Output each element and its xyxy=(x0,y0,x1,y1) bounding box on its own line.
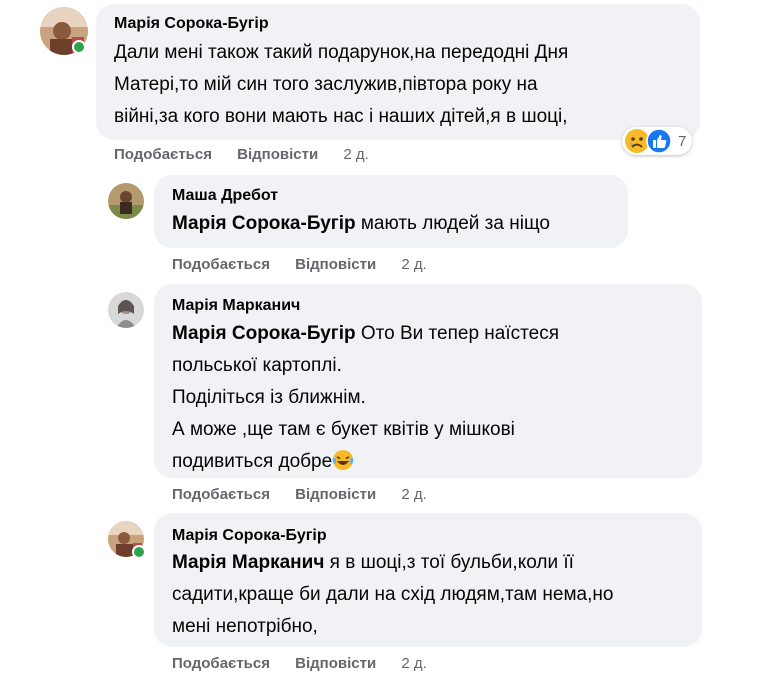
like-icon xyxy=(646,128,672,154)
comment-text-line: Дали мені також такий подарунок,на перед… xyxy=(114,42,569,63)
comment-timestamp[interactable]: 2 д. xyxy=(401,655,426,672)
comment-actions: Подобається Відповісти 2 д. xyxy=(172,486,427,503)
like-button[interactable]: Подобається xyxy=(172,256,270,273)
comment-text: Марія Сорока-Бугір Ото Ви тепер наїстеся… xyxy=(172,318,559,478)
online-status-dot xyxy=(132,545,146,559)
comment-text-line: Поділіться із ближнім. xyxy=(172,387,366,408)
mention-link[interactable]: Марія Марканич xyxy=(172,552,324,573)
comment-text-line: війні,за кого вони мають нас і наших діт… xyxy=(114,106,568,127)
comment-actions: Подобається Відповісти 2 д. xyxy=(114,146,369,163)
comment-text-line: мають людей за ніщо xyxy=(355,213,550,234)
reply-button[interactable]: Відповісти xyxy=(295,655,376,672)
comment-text: Дали мені також такий подарунок,на перед… xyxy=(114,37,568,133)
comment-timestamp[interactable]: 2 д. xyxy=(401,486,426,503)
comment-text-line: Ото Ви тепер наїстеся xyxy=(355,323,559,344)
comment-text: Марія Сорока-Бугір мають людей за ніщо xyxy=(172,208,550,240)
comment-text: Марія Марканич я в шоці,з тої бульби,кол… xyxy=(172,547,613,643)
comment-text-line: подивиться добре xyxy=(172,451,333,472)
avatar[interactable] xyxy=(108,183,144,219)
like-button[interactable]: Подобається xyxy=(114,146,212,163)
comment-author[interactable]: Марія Марканич xyxy=(172,297,300,315)
reply-button[interactable]: Відповісти xyxy=(237,146,318,163)
avatar[interactable] xyxy=(108,292,144,328)
comment-text-line: А може ,ще там є букет квітів у мішкові xyxy=(172,419,515,440)
comment-text-line: польської картоплі. xyxy=(172,355,342,376)
reply-button[interactable]: Відповісти xyxy=(295,486,376,503)
mention-link[interactable]: Марія Сорока-Бугір xyxy=(172,323,356,344)
comment-actions: Подобається Відповісти 2 д. xyxy=(172,655,427,672)
reactions-summary[interactable]: 7 xyxy=(622,127,693,155)
comment-author[interactable]: Марія Сорока-Бугір xyxy=(172,527,327,545)
like-button[interactable]: Подобається xyxy=(172,655,270,672)
comment-author[interactable]: Марія Сорока-Бугір xyxy=(114,15,269,33)
like-button[interactable]: Подобається xyxy=(172,486,270,503)
reaction-count: 7 xyxy=(678,132,687,150)
comment-timestamp[interactable]: 2 д. xyxy=(401,256,426,273)
reply-button[interactable]: Відповісти xyxy=(295,256,376,273)
comment-text-line: я в шоці,з тої бульби,коли її xyxy=(324,552,574,573)
comment-timestamp[interactable]: 2 д. xyxy=(343,146,368,163)
laughing-tears-icon xyxy=(332,450,354,470)
comment-actions: Подобається Відповісти 2 д. xyxy=(172,256,427,273)
comment-text-line: садити,краще би дали на схід людям,там н… xyxy=(172,584,614,605)
mention-link[interactable]: Марія Сорока-Бугір xyxy=(172,213,356,234)
online-status-dot xyxy=(72,40,86,54)
comment-text-line: мені непотрібно, xyxy=(172,616,318,637)
comment-author[interactable]: Маша Дребот xyxy=(172,187,278,205)
comment-text-line: Матері,то мій син того заслужив,півтора … xyxy=(114,74,538,95)
